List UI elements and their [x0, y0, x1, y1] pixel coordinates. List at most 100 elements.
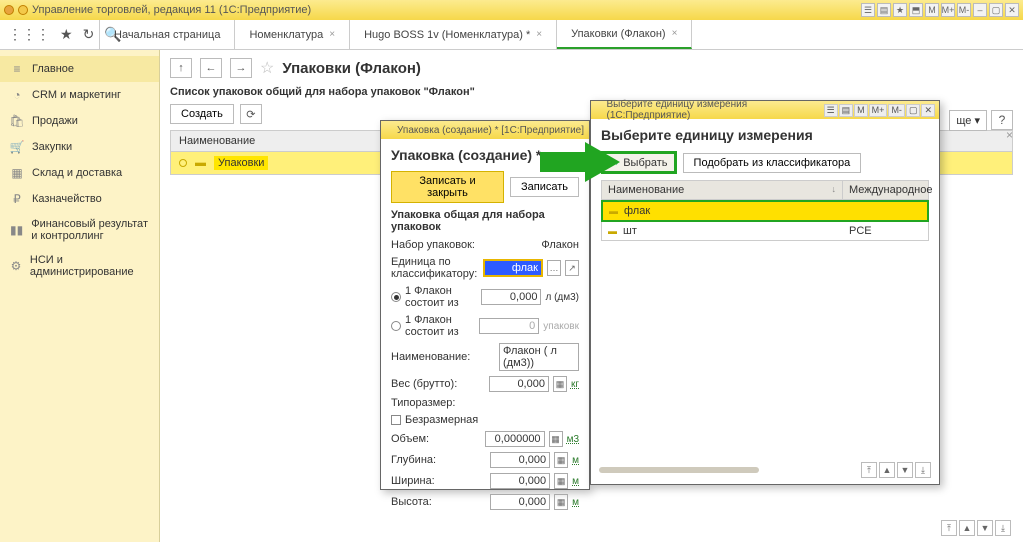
- tb-icon[interactable]: ★: [893, 3, 907, 17]
- tb-mp[interactable]: M+: [869, 104, 888, 117]
- tb-icon[interactable]: ▤: [877, 3, 891, 17]
- tb-icon[interactable]: ☰: [824, 104, 838, 117]
- chart-icon: ▮▮: [10, 223, 23, 237]
- sidebar-item-main[interactable]: ≡Главное: [0, 56, 159, 82]
- weight-input[interactable]: 0,000: [489, 376, 549, 392]
- height-input[interactable]: 0,000: [490, 494, 550, 510]
- sidebar-item-finance[interactable]: ▮▮Финансовый результат и контроллинг: [0, 212, 159, 248]
- more-button[interactable]: ще ▾: [949, 110, 987, 131]
- sidebar-item-nsi[interactable]: ⚙НСИ и администрирование: [0, 248, 159, 284]
- tb-mp[interactable]: M+: [941, 3, 955, 17]
- unit-m[interactable]: м: [572, 497, 579, 508]
- gear-icon: ⚙: [10, 259, 22, 273]
- label-type: Типоразмер:: [391, 397, 579, 409]
- nav-last-icon[interactable]: ⤓: [915, 462, 931, 478]
- tab-packages[interactable]: Упаковки (Флакон)×: [557, 20, 692, 49]
- sidebar-item-crm[interactable]: ◔CRM и маркетинг: [0, 82, 159, 108]
- volume-input[interactable]: 0,000000: [485, 431, 545, 447]
- help-button[interactable]: ?: [991, 110, 1013, 130]
- classifier-input[interactable]: флак: [483, 259, 543, 277]
- nav-first-icon[interactable]: ⤒: [861, 462, 877, 478]
- scrollbar[interactable]: [599, 467, 759, 473]
- history-icon[interactable]: ↻: [83, 26, 95, 43]
- table-header: Наименование↓ Международное: [601, 180, 929, 200]
- tb-m[interactable]: M: [925, 3, 939, 17]
- col-name[interactable]: Наименование↓: [602, 181, 843, 199]
- maximize-icon[interactable]: ▢: [989, 3, 1003, 17]
- tab-icons: ⋮⋮⋮ ★ ↻ 🔍: [0, 20, 100, 49]
- create-button[interactable]: Создать: [170, 104, 234, 124]
- sidebar-item-treasury[interactable]: ₽Казначейство: [0, 186, 159, 212]
- nav-up-icon[interactable]: ▲: [879, 462, 895, 478]
- save-close-button[interactable]: Записать и закрыть: [391, 171, 504, 203]
- nav-first-icon[interactable]: ⤒: [941, 520, 957, 536]
- name-input[interactable]: Флакон ( л (дм3)): [499, 343, 579, 371]
- next-button[interactable]: →: [230, 58, 252, 78]
- calendar-icon[interactable]: ▦: [554, 473, 568, 489]
- close-icon[interactable]: ✕: [921, 104, 935, 117]
- star-outline-icon[interactable]: ☆: [260, 58, 274, 78]
- section-label: Упаковка общая для набора упаковок: [391, 209, 579, 233]
- unit-m[interactable]: м: [572, 476, 579, 487]
- tab-home[interactable]: Начальная страница: [100, 20, 235, 49]
- prev-button[interactable]: ←: [200, 58, 222, 78]
- arrow-annotation: [540, 142, 620, 185]
- nav-down-icon[interactable]: ▼: [977, 520, 993, 536]
- nav-up-icon[interactable]: ▲: [959, 520, 975, 536]
- tb-mm[interactable]: M-: [957, 3, 971, 17]
- pick-classifier-button[interactable]: Подобрать из классификатора: [683, 153, 862, 173]
- row-name: шт: [623, 225, 637, 237]
- back-button[interactable]: ↑: [170, 58, 192, 78]
- tb-mm[interactable]: M-: [888, 104, 905, 117]
- depth-input[interactable]: 0,000: [490, 452, 550, 468]
- open-icon[interactable]: ↗: [565, 260, 579, 276]
- unit-m3[interactable]: м3: [567, 434, 579, 445]
- calendar-icon[interactable]: ▦: [553, 376, 567, 392]
- checkbox-nosize[interactable]: [391, 415, 401, 425]
- minimize-icon[interactable]: –: [973, 3, 987, 17]
- qty2-input[interactable]: 0: [479, 318, 539, 334]
- dlg-titlebar[interactable]: Упаковка (создание) * [1С:Предприятие]: [381, 121, 589, 139]
- sidebar-item-sales[interactable]: 🛍Продажи: [0, 108, 159, 134]
- sidebar-item-stock[interactable]: ▦Склад и доставка: [0, 160, 159, 186]
- tb-icon[interactable]: ⬒: [909, 3, 923, 17]
- dlg2-titlebar[interactable]: Выберите единицу измерения (1С:Предприят…: [591, 101, 939, 119]
- calendar-icon[interactable]: ▦: [554, 452, 568, 468]
- pie-icon: ◔: [10, 88, 24, 102]
- nav-last-icon[interactable]: ⤓: [995, 520, 1011, 536]
- close-icon[interactable]: ×: [672, 28, 678, 39]
- unit-row[interactable]: ▬шт PCE: [601, 222, 929, 241]
- unit-kg[interactable]: кг: [571, 379, 579, 390]
- tb-icon[interactable]: ☰: [861, 3, 875, 17]
- label-name: Наименование:: [391, 351, 495, 363]
- width-input[interactable]: 0,000: [490, 473, 550, 489]
- col-intl[interactable]: Международное: [843, 181, 928, 199]
- close-icon[interactable]: ✕: [1005, 3, 1019, 17]
- refresh-button[interactable]: ⟳: [240, 104, 262, 124]
- cart-icon: 🛒: [10, 140, 24, 154]
- dropdown-icon[interactable]: …: [547, 260, 561, 276]
- nav-down-icon[interactable]: ▼: [897, 462, 913, 478]
- calendar-icon[interactable]: ▦: [554, 494, 568, 510]
- sidebar-item-purchases[interactable]: 🛒Закупки: [0, 134, 159, 160]
- unit-row-selected[interactable]: ▬флак: [601, 200, 929, 222]
- close-icon[interactable]: ×: [536, 29, 542, 40]
- close-icon[interactable]: ×: [329, 29, 335, 40]
- unit-m[interactable]: м: [572, 455, 579, 466]
- radio-consists2[interactable]: [391, 321, 401, 331]
- qty1-input[interactable]: 0,000: [481, 289, 541, 305]
- tb-m[interactable]: M: [854, 104, 868, 117]
- label-volume: Объем:: [391, 433, 481, 445]
- tab-nomenclature[interactable]: Номенклатура×: [235, 20, 350, 49]
- maximize-icon[interactable]: ▢: [906, 104, 921, 117]
- tb-icon[interactable]: ▤: [839, 104, 854, 117]
- app-title: Управление торговлей, редакция 11 (1С:Пр…: [32, 4, 857, 16]
- titlebar-buttons: ☰ ▤ ★ ⬒ M M+ M- – ▢ ✕: [861, 3, 1019, 17]
- value-set: Флакон: [541, 239, 579, 251]
- page-subtitle: Список упаковок общий для набора упаково…: [170, 86, 1013, 98]
- star-icon[interactable]: ★: [60, 26, 73, 43]
- radio-consists1[interactable]: [391, 292, 401, 302]
- apps-icon[interactable]: ⋮⋮⋮: [8, 26, 50, 43]
- tab-item[interactable]: Hugo BOSS 1v (Номенклатура) *×: [350, 20, 557, 49]
- calendar-icon[interactable]: ▦: [549, 431, 563, 447]
